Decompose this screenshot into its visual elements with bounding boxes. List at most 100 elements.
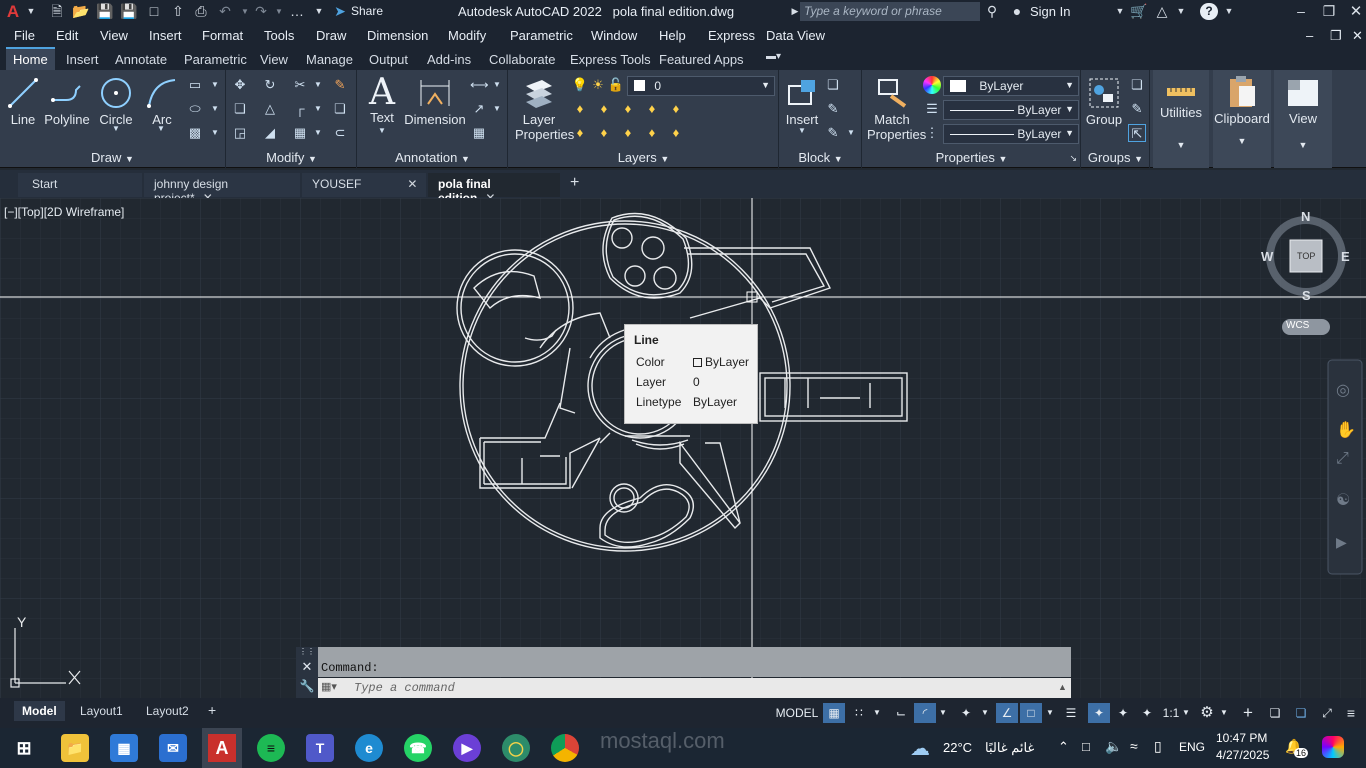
polar-dropdown-icon[interactable]: ▼ <box>936 703 950 723</box>
volume-icon[interactable]: 🔈 <box>1105 738 1122 755</box>
wifi-icon[interactable]: ≈ <box>1130 738 1138 754</box>
layer-tool-4-icon[interactable]: ♦ <box>643 100 661 118</box>
arc-dropdown-icon[interactable]: ▼ <box>152 120 170 138</box>
graphics-performance-icon[interactable]: ❏ <box>1290 703 1312 723</box>
edit-block-icon[interactable]: ✎ <box>824 100 842 118</box>
undo-icon[interactable]: ↶ <box>216 3 234 20</box>
layout-tab-layout1[interactable]: Layout1 <box>72 701 131 721</box>
clock-date[interactable]: 4/27/2025 <box>1216 748 1269 762</box>
doc-tab-start[interactable]: Start <box>18 173 142 197</box>
menu-dimension[interactable]: Dimension <box>367 28 428 43</box>
isodraft-icon[interactable]: ✦ <box>955 703 977 723</box>
clean-screen-icon[interactable]: ⤢ <box>1316 703 1338 723</box>
close-icon[interactable]: ✕ <box>1347 3 1365 20</box>
layer-tool-8-icon[interactable]: ♦ <box>619 124 637 142</box>
save-as-icon[interactable]: 💾 <box>120 3 138 20</box>
line-button[interactable]: Line <box>4 76 42 127</box>
layer-properties-button[interactable]: Layer Properties <box>515 76 574 142</box>
sign-in-button[interactable]: Sign In <box>1030 4 1070 19</box>
color-dropdown[interactable]: ByLayer ▼ <box>943 76 1079 96</box>
annotation-scale-value[interactable]: 1:1 <box>1160 703 1182 723</box>
weather-condition[interactable]: غائم غالبًا <box>985 740 1034 756</box>
open-file-icon[interactable]: 📂 <box>72 3 90 20</box>
plot-icon[interactable]: ⎙ <box>192 3 210 20</box>
create-block-icon[interactable]: ❏ <box>824 76 842 94</box>
dimension-button[interactable]: Dimension <box>404 76 466 127</box>
viewcube-east[interactable]: E <box>1341 249 1350 264</box>
export-icon[interactable]: ⇧ <box>169 3 187 20</box>
tab-insert[interactable]: Insert <box>66 52 99 67</box>
copilot-icon[interactable] <box>1322 736 1344 758</box>
microsoft-store-icon[interactable]: ▦ <box>110 734 138 762</box>
help-icon[interactable]: ? <box>1200 3 1218 20</box>
menu-parametric[interactable]: Parametric <box>510 28 573 43</box>
text-button[interactable]: A Text <box>364 74 400 126</box>
windows-start-icon[interactable]: ⊞ <box>10 734 38 762</box>
attributes-dropdown-icon[interactable]: ▼ <box>842 124 860 142</box>
layer-lock-icon[interactable]: 🔓 <box>607 76 625 94</box>
viewcube-south[interactable]: S <box>1302 288 1311 303</box>
edit-attributes-icon[interactable]: ✎ <box>824 124 842 142</box>
rectangle-icon[interactable]: ▭ <box>186 76 204 94</box>
file-explorer-icon[interactable]: 📁 <box>61 734 89 762</box>
menu-insert[interactable]: Insert <box>149 28 182 43</box>
workspace-dropdown-icon[interactable]: ▼ <box>1218 703 1230 723</box>
doc-tab-yousef[interactable]: YOUSEF ✕ <box>302 173 426 197</box>
modify-panel-dropdown-icon[interactable]: ▼ <box>308 154 317 164</box>
chrome-icon[interactable] <box>551 734 579 762</box>
edge-icon[interactable]: e <box>355 734 383 762</box>
showmotion-icon[interactable]: ▶ <box>1336 534 1347 551</box>
restore-icon[interactable]: ❐ <box>1320 3 1338 20</box>
tray-app-icon[interactable]: □ <box>1082 739 1090 754</box>
lineweight-dropdown[interactable]: ByLayer ▼ <box>943 100 1079 120</box>
trim-dropdown-icon[interactable]: ▼ <box>309 76 327 94</box>
spotify-icon[interactable]: ≡ <box>257 734 285 762</box>
menu-window[interactable]: Window <box>591 28 637 43</box>
redo-icon[interactable]: ↷ <box>252 3 270 20</box>
group-selection-icon[interactable]: ⇱ <box>1128 124 1146 142</box>
weather-icon[interactable]: ☁ <box>910 736 930 761</box>
zoom-extents-icon[interactable]: ⤢ <box>1336 450 1349 468</box>
tab-manage[interactable]: Manage <box>306 52 353 67</box>
leader-icon[interactable]: ↗ <box>470 100 488 118</box>
lineweight-icon[interactable]: ☰ <box>923 100 941 118</box>
menu-data-view[interactable]: Data View <box>766 28 825 43</box>
redo-dropdown-icon[interactable]: ▼ <box>270 3 288 20</box>
viewcube-west[interactable]: W <box>1261 249 1273 264</box>
notification-count[interactable]: 16 <box>1294 748 1309 758</box>
model-space-button[interactable]: MODEL <box>774 703 820 723</box>
close-tab-icon[interactable]: ✕ <box>407 177 417 191</box>
user-icon[interactable]: ● <box>1008 3 1026 20</box>
customization-menu-icon[interactable]: ≡ <box>1340 703 1362 723</box>
doc-restore-icon[interactable]: ❐ <box>1330 28 1342 44</box>
grid-and-drawing[interactable] <box>0 198 1366 698</box>
minimize-icon[interactable]: – <box>1292 3 1310 20</box>
layers-panel-label[interactable]: Layers <box>618 150 657 165</box>
draw-panel-dropdown-icon[interactable]: ▼ <box>125 154 134 164</box>
cart-icon[interactable]: 🛒 <box>1130 3 1148 20</box>
annotation-monitor-plus-icon[interactable]: + <box>1237 703 1259 723</box>
layer-freeze-icon[interactable]: ☀ <box>589 76 607 94</box>
viewport-controls-label[interactable]: [−][Top][2D Wireframe] <box>4 205 124 219</box>
pan-icon[interactable]: ✋ <box>1336 420 1356 440</box>
workspace-gear-icon[interactable]: ⚙ <box>1196 703 1218 723</box>
close-command-line-icon[interactable]: ✕ <box>296 659 318 675</box>
new-file-icon[interactable]: 🗎 <box>48 3 66 20</box>
array-dropdown-icon[interactable]: ▼ <box>309 124 327 142</box>
region-icon[interactable]: ▩ <box>186 124 204 142</box>
app-menu-chevron-icon[interactable]: ▼ <box>22 3 40 20</box>
properties-panel-dropdown-icon[interactable]: ▼ <box>998 154 1007 164</box>
snap-dropdown-icon[interactable]: ▼ <box>870 703 884 723</box>
recent-commands-icon[interactable]: ▦▾ <box>321 680 337 693</box>
object-snap-tracking-icon[interactable]: ∠ <box>996 703 1018 723</box>
tab-express-tools[interactable]: Express Tools <box>570 52 651 67</box>
layer-tool-2-icon[interactable]: ♦ <box>595 100 613 118</box>
tab-featured-apps[interactable]: Featured Apps <box>659 52 744 67</box>
insert-block-button[interactable]: Insert <box>784 76 820 127</box>
stretch-icon[interactable]: ◲ <box>231 124 249 142</box>
help-dropdown-icon[interactable]: ▼ <box>1220 3 1238 20</box>
tab-view[interactable]: View <box>260 52 288 67</box>
orbit-icon[interactable]: ☯ <box>1336 490 1350 510</box>
linear-dropdown-icon[interactable]: ▼ <box>488 76 506 94</box>
color-wheel-icon[interactable] <box>923 76 941 94</box>
